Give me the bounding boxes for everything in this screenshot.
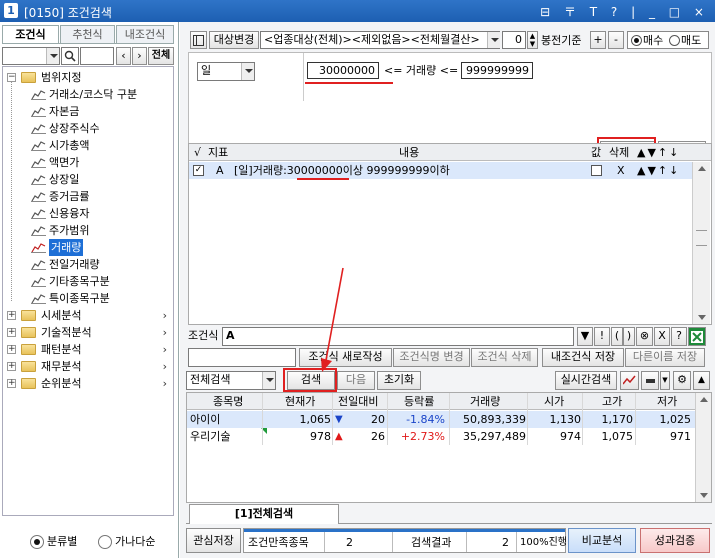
annotation-arrow <box>321 267 344 372</box>
